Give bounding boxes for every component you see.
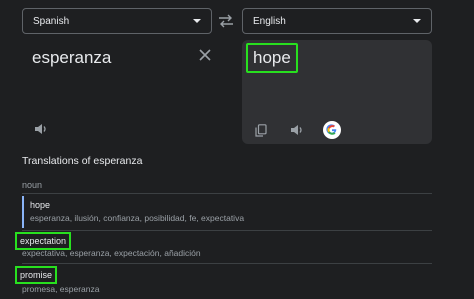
close-icon[interactable]: [199, 49, 211, 61]
swap-languages-icon[interactable]: [217, 13, 235, 29]
translation-panel: hope: [242, 40, 432, 144]
speaker-icon[interactable]: [290, 123, 304, 137]
translation-word[interactable]: promise: [15, 266, 58, 284]
source-text[interactable]: esperanza: [32, 48, 111, 68]
reverse-translations: esperanza, ilusión, confianza, posibilid…: [30, 213, 245, 223]
google-logo-icon[interactable]: [323, 121, 341, 139]
speaker-icon[interactable]: [34, 122, 48, 136]
divider: [22, 230, 432, 231]
translation-word[interactable]: hope: [30, 200, 50, 210]
chevron-down-icon: [193, 19, 201, 23]
divider: [22, 263, 432, 264]
reverse-translations: expectativa, esperanza, expectación, aña…: [22, 248, 201, 258]
copy-icon[interactable]: [255, 124, 267, 137]
divider: [22, 193, 432, 194]
chevron-down-icon: [413, 19, 421, 23]
part-of-speech-label: noun: [22, 180, 43, 190]
target-language-select[interactable]: English: [242, 8, 432, 34]
source-language-select[interactable]: Spanish: [22, 8, 212, 34]
translated-text: hope: [246, 43, 298, 73]
translations-heading: Translations of esperanza: [22, 155, 143, 167]
target-language-label: English: [253, 15, 286, 27]
selected-entry-indicator: [22, 196, 24, 228]
reverse-translations: promesa, esperanza: [22, 284, 100, 294]
source-language-label: Spanish: [33, 15, 70, 27]
